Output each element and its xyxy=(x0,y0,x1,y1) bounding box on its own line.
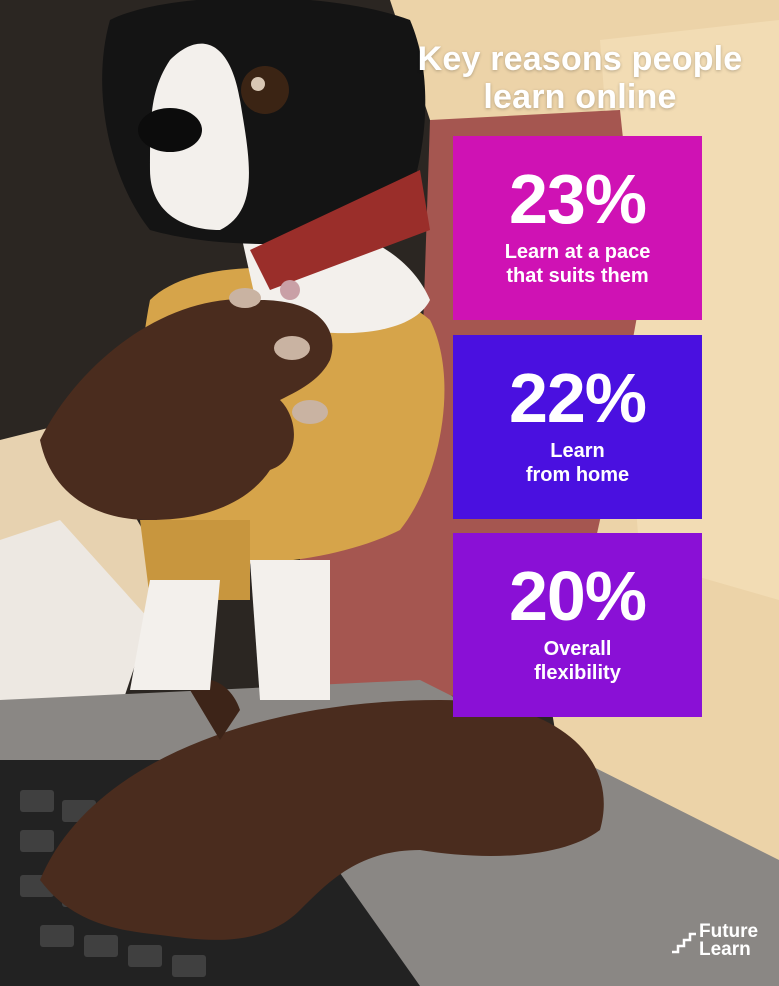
futurelearn-logo: Future Learn xyxy=(672,918,772,968)
stat-card-home: 22% Learn from home xyxy=(453,335,702,519)
stairs-logo-icon xyxy=(672,932,696,954)
stat-label: Learn at a pace that suits them xyxy=(504,241,651,287)
stat-label: Learn from home xyxy=(525,440,630,486)
brand-name-line2: Learn xyxy=(699,939,751,960)
stat-card-pace: 23% Learn at a pace that suits them xyxy=(453,136,702,320)
stat-label: Overall flexibility xyxy=(534,638,621,684)
infographic-title: Key reasons people learn online xyxy=(417,40,743,116)
stat-card-flexibility: 20% Overall flexibility xyxy=(453,533,702,717)
stat-value: 22% xyxy=(508,359,647,437)
stat-value: 20% xyxy=(508,557,647,635)
stat-value: 23% xyxy=(508,160,647,238)
